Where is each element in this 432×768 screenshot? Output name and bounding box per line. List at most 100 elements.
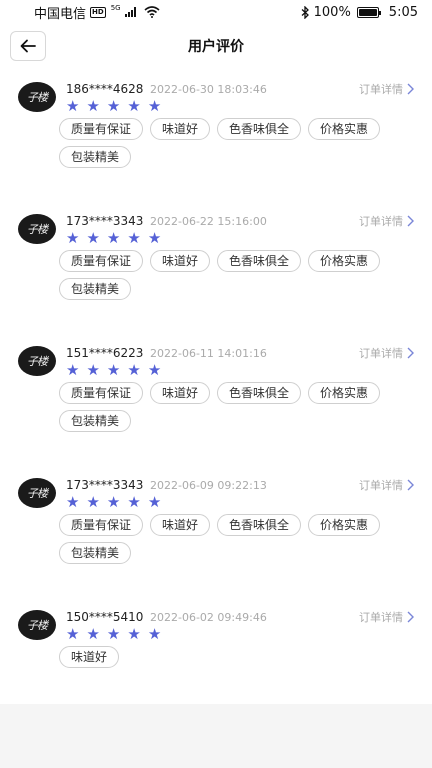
order-detail-label: 订单详情 [359, 611, 403, 624]
review-tag: 包装精美 [59, 146, 132, 168]
star-icon: ★ [127, 229, 141, 247]
avatar: 子楼 [18, 82, 56, 112]
chevron-right-icon [407, 611, 414, 623]
order-detail-link[interactable]: 订单详情 [359, 81, 414, 97]
hd-badge: HD [90, 6, 106, 18]
back-button[interactable] [10, 31, 46, 61]
star-icon: ★ [106, 625, 121, 643]
star-icon: ★ [106, 361, 121, 379]
battery-percent: 100% [313, 4, 351, 20]
star-rating: ★ ★ ★ ★ ★ [66, 625, 161, 643]
review-tags: 质量有保证 味道好 色香味俱全 价格实惠包装精美 [59, 118, 419, 168]
review-tag: 价格实惠 [308, 250, 381, 272]
order-detail-label: 订单详情 [359, 83, 403, 96]
star-icon: ★ [106, 97, 121, 115]
battery-icon [356, 6, 381, 18]
bluetooth-icon [301, 5, 309, 19]
wifi-icon [144, 6, 160, 18]
star-icon: ★ [86, 625, 100, 643]
review-tags: 质量有保证 味道好 色香味俱全 价格实惠 包装精美 [59, 382, 419, 432]
star-icon: ★ [66, 361, 80, 379]
star-icon: ★ [106, 229, 121, 247]
review-tag: 味道好 [150, 118, 211, 140]
order-detail-link[interactable]: 订单详情 [359, 477, 414, 493]
star-icon: ★ [86, 361, 100, 379]
avatar: 子楼 [18, 610, 56, 640]
order-detail-link[interactable]: 订单详情 [359, 213, 414, 229]
review-tag: 色香味俱全 [217, 382, 302, 404]
review-username: 173****3343 [66, 214, 144, 228]
review-date: 2022-06-11 14:01:16 [150, 347, 267, 360]
avatar: 子楼 [18, 346, 56, 376]
status-right: 100% 5:05 [301, 5, 418, 20]
review-tag: 色香味俱全 [217, 118, 302, 140]
review-date: 2022-06-22 15:16:00 [150, 215, 267, 228]
review-username: 151****6223 [66, 346, 144, 360]
order-detail-link[interactable]: 订单详情 [359, 609, 414, 625]
review-date: 2022-06-02 09:49:46 [150, 611, 267, 624]
star-icon: ★ [127, 361, 141, 379]
review-tag: 色香味俱全 [217, 250, 302, 272]
star-rating: ★ ★ ★ ★ ★ [66, 361, 161, 379]
review-tag: 色香味俱全 [217, 514, 302, 536]
review-username: 173****3343 [66, 478, 144, 492]
star-icon: ★ [66, 493, 80, 511]
review-tags: 质量有保证 味道好 色香味俱全 价格实惠包装精美 [59, 514, 419, 564]
review-tags: 质量有保证 味道好 色香味俱全 价格实惠包装精美 [59, 250, 419, 300]
star-icon: ★ [127, 625, 141, 643]
chevron-right-icon [407, 347, 414, 359]
review-tags: 味道好 [59, 646, 419, 668]
avatar: 子楼 [18, 478, 56, 508]
review-tag: 味道好 [150, 382, 211, 404]
avatar: 子楼 [18, 214, 56, 244]
review-tag: 味道好 [59, 646, 120, 668]
review-tag: 包装精美 [59, 410, 132, 432]
star-icon: ★ [147, 625, 162, 643]
star-icon: ★ [147, 97, 162, 115]
clock: 5:05 [388, 4, 418, 20]
star-icon: ★ [127, 493, 141, 511]
review-tag: 价格实惠 [308, 118, 381, 140]
header: 用户评价 [0, 24, 432, 68]
order-detail-link[interactable]: 订单详情 [359, 345, 414, 361]
review-item: 子楼 186****4628 2022-06-30 18:03:46 订单详情 ★ ★ ★ ★… [0, 72, 432, 204]
star-icon: ★ [147, 361, 162, 379]
star-icon: ★ [66, 229, 80, 247]
review-tag: 包装精美 [59, 542, 132, 564]
review-item: 子楼 151****6223 2022-06-11 14:01:16 订单详情 ★ ★ ★ ★… [0, 336, 432, 468]
battery-level-fill [358, 8, 377, 16]
arrow-left-icon [20, 39, 36, 53]
star-icon: ★ [127, 97, 141, 115]
review-tag: 味道好 [150, 514, 211, 536]
star-icon: ★ [66, 625, 80, 643]
network-type: 5G [110, 4, 121, 12]
review-item: 子楼 150****5410 2022-06-02 09:49:46 订单详情 ★ ★ ★ ★… [0, 600, 432, 704]
star-rating: ★ ★ ★ ★ ★ [66, 97, 161, 115]
carrier-name: 中国电信 [34, 6, 87, 22]
star-icon: ★ [106, 493, 121, 511]
review-tag: 质量有保证 [59, 382, 144, 404]
chevron-right-icon [407, 479, 414, 491]
review-date: 2022-06-30 18:03:46 [150, 83, 267, 96]
star-icon: ★ [86, 97, 100, 115]
review-tag: 包装精美 [59, 278, 132, 300]
star-icon: ★ [147, 229, 162, 247]
star-icon: ★ [66, 97, 80, 115]
chevron-right-icon [407, 215, 414, 227]
review-tag: 质量有保证 [59, 250, 144, 272]
review-username: 186****4628 [66, 82, 144, 96]
review-tag: 味道好 [150, 250, 211, 272]
star-icon: ★ [86, 493, 100, 511]
review-tag: 价格实惠 [308, 514, 381, 536]
review-list: 子楼 186****4628 2022-06-30 18:03:46 订单详情 ★ ★ ★ ★… [0, 68, 432, 704]
star-icon: ★ [86, 229, 100, 247]
review-item: 子楼 173****3343 2022-06-22 15:16:00 订单详情 ★ ★ ★ ★… [0, 204, 432, 336]
order-detail-label: 订单详情 [359, 215, 403, 228]
page-title: 用户评价 [188, 39, 244, 55]
star-rating: ★ ★ ★ ★ ★ [66, 493, 161, 511]
review-tag: 质量有保证 [59, 514, 144, 536]
star-icon: ★ [147, 493, 162, 511]
review-tag: 质量有保证 [59, 118, 144, 140]
review-date: 2022-06-09 09:22:13 [150, 479, 267, 492]
chevron-right-icon [407, 83, 414, 95]
